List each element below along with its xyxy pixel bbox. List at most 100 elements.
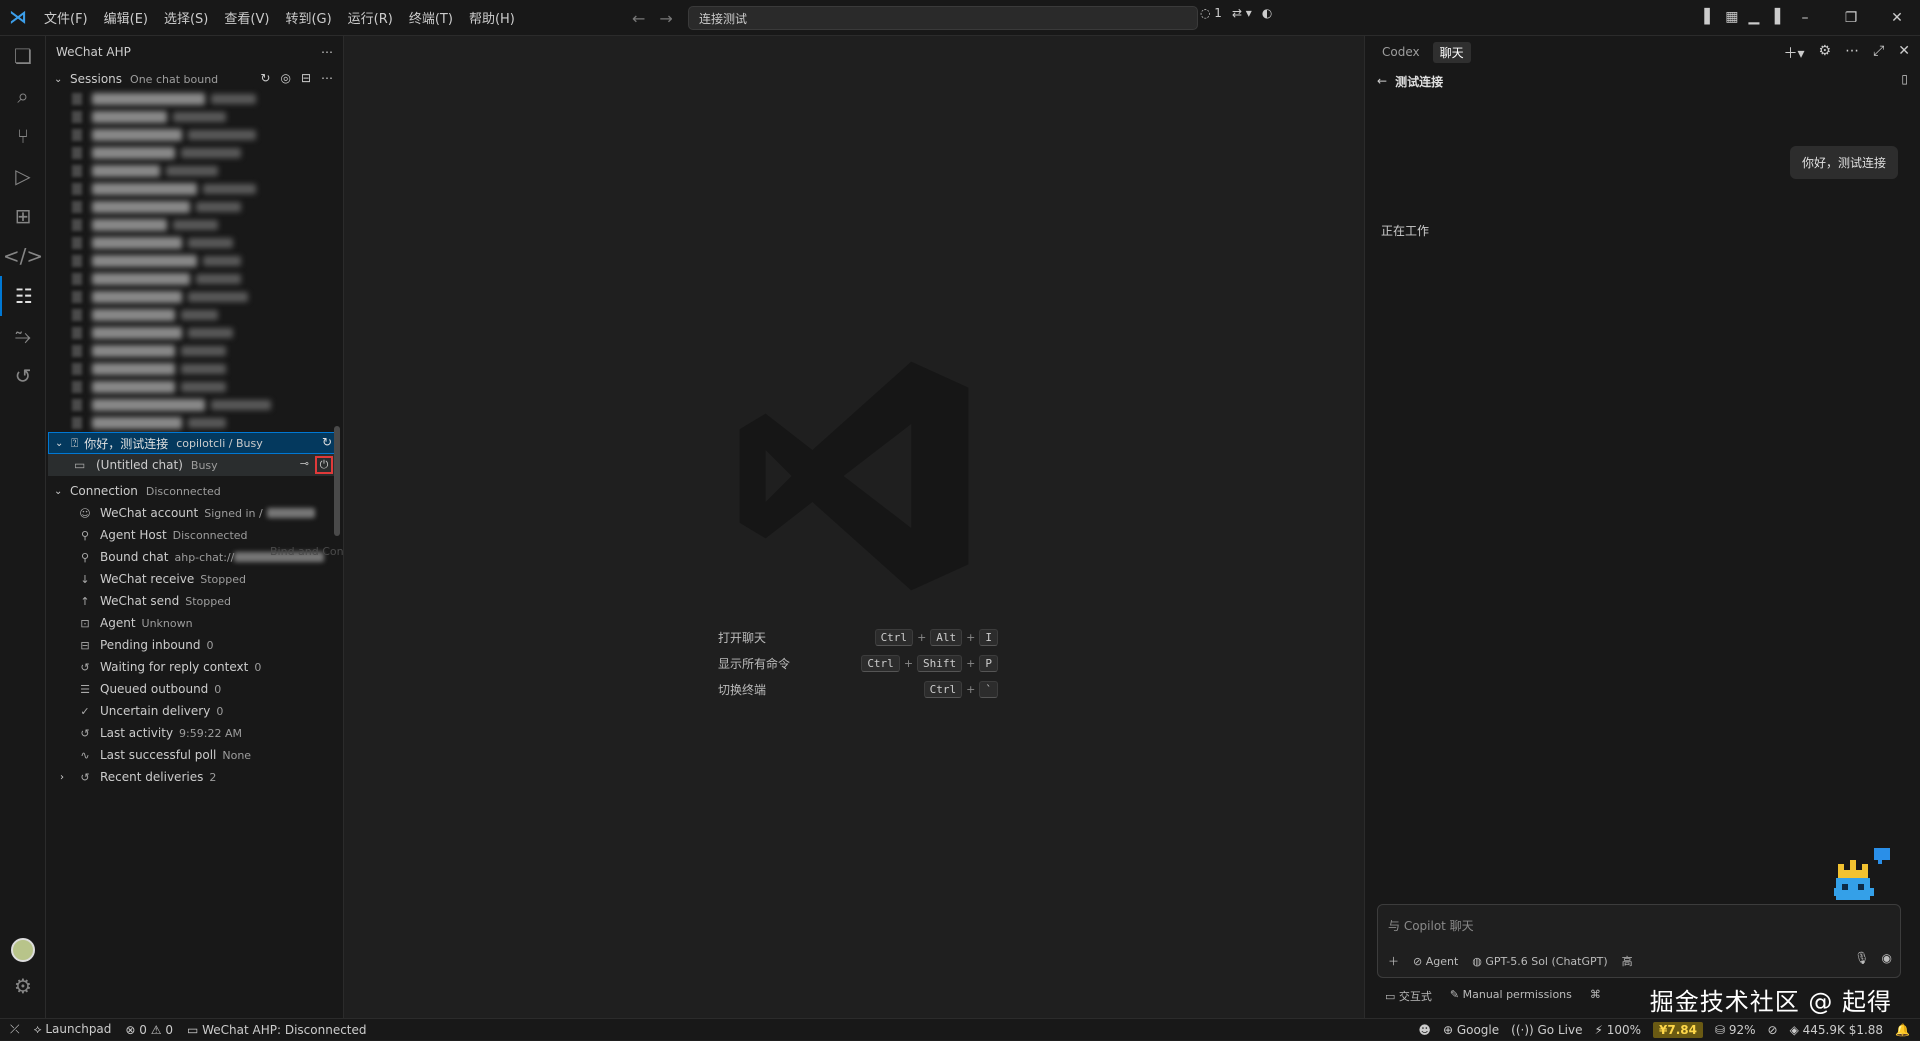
launchpad-button[interactable]: ⟡ Launchpad xyxy=(34,1022,112,1037)
target-icon[interactable]: ◎ xyxy=(280,71,290,85)
close-icon[interactable]: ✕ xyxy=(1898,43,1910,63)
sidebar-toggle-icon[interactable]: ▯ xyxy=(1901,72,1908,86)
add-context-icon[interactable]: ＋ xyxy=(1388,953,1399,969)
run-debug-icon[interactable]: ▷ xyxy=(0,156,46,196)
back-arrow-icon[interactable]: ← xyxy=(632,9,645,28)
connection-row-wechat-receive[interactable]: ↓ WeChat receive Stopped xyxy=(46,568,343,590)
command-center[interactable]: 连接测试 xyxy=(688,6,1198,30)
connection-row-wechat-send[interactable]: ↑ WeChat send Stopped xyxy=(46,590,343,612)
connection-section-header[interactable]: ⌄ Connection Disconnected xyxy=(46,480,343,502)
new-session-icon[interactable]: ⊟ xyxy=(301,71,311,85)
session-row-redacted[interactable] xyxy=(46,270,343,288)
copilot-status-icon[interactable]: ☻ xyxy=(1418,1023,1431,1037)
more-actions-icon[interactable]: ⋯ xyxy=(321,45,333,59)
extensions-icon[interactable]: ⊞ xyxy=(0,196,46,236)
wechat-ahp-icon[interactable]: ☷ xyxy=(0,276,46,316)
notifications-bell-icon[interactable]: 🔔 xyxy=(1895,1023,1910,1037)
session-row-redacted[interactable] xyxy=(46,90,343,108)
session-row-redacted[interactable] xyxy=(46,126,343,144)
cancel-icon[interactable]: ⊘ xyxy=(1768,1023,1778,1037)
menu-terminal[interactable]: 终端(T) xyxy=(401,8,461,27)
session-row-redacted[interactable] xyxy=(46,396,343,414)
toggle-panel-icon[interactable]: ▁ xyxy=(1748,9,1759,25)
menu-edit[interactable]: 编辑(E) xyxy=(96,8,156,27)
agent-mode-picker[interactable]: ⊘ Agent xyxy=(1413,955,1458,968)
microphone-icon[interactable]: 🎙 xyxy=(1854,951,1869,965)
session-row-redacted[interactable] xyxy=(46,306,343,324)
tab-chat[interactable]: 聊天 xyxy=(1432,41,1471,63)
session-row-redacted[interactable] xyxy=(46,180,343,198)
section-more-icon[interactable]: ⋯ xyxy=(321,71,333,85)
source-control-icon[interactable]: ⑂ xyxy=(0,116,46,156)
toggle-secondary-sidebar-icon[interactable]: ▐ xyxy=(1769,9,1780,25)
more-icon[interactable]: ⋯ xyxy=(1845,43,1859,63)
session-row-redacted[interactable] xyxy=(46,162,343,180)
new-chat-icon[interactable]: ＋▾ xyxy=(1783,43,1804,63)
refresh-icon[interactable]: ↻ xyxy=(322,435,332,449)
session-row-redacted[interactable] xyxy=(46,234,343,252)
problems-button[interactable]: ⊗ 0 ⚠ 0 xyxy=(125,1023,173,1037)
pin-icon[interactable]: ⊸ xyxy=(300,457,309,470)
sessions-section-header[interactable]: ⌄ Sessions One chat bound ↻ ◎ ⊟ ⋯ xyxy=(46,68,343,90)
session-row-redacted[interactable] xyxy=(46,324,343,342)
connection-row-last-poll[interactable]: ∿ Last successful poll None xyxy=(46,744,343,766)
timeline-icon[interactable]: ↺ xyxy=(0,356,46,396)
session-row-redacted[interactable] xyxy=(46,252,343,270)
menu-run[interactable]: 运行(R) xyxy=(340,8,401,27)
send-icon[interactable]: ◉ xyxy=(1882,951,1892,965)
remote-icon[interactable]: ⥲ xyxy=(0,316,46,356)
session-row-redacted[interactable] xyxy=(46,198,343,216)
session-indicator[interactable]: ◌ 1 xyxy=(1200,6,1222,20)
chat-input-box[interactable]: 与 Copilot 聊天 ＋ ⊘ Agent ◍ GPT-5.6 Sol (Ch… xyxy=(1377,904,1901,978)
restore-button[interactable]: ❐ xyxy=(1828,0,1874,36)
connection-row-wechat-account[interactable]: ☺ WeChat account Signed in / xyxy=(46,502,343,524)
session-row-redacted[interactable] xyxy=(46,216,343,234)
child-chat-row[interactable]: ▭ (Untitled chat) Busy ⊸ ⏻ xyxy=(48,454,337,476)
menu-selection[interactable]: 选择(S) xyxy=(156,8,216,27)
session-row-redacted[interactable] xyxy=(46,414,343,432)
close-window-button[interactable]: ✕ xyxy=(1874,0,1920,36)
code-icon[interactable]: </> xyxy=(0,236,46,276)
menu-view[interactable]: 查看(V) xyxy=(216,8,277,27)
tab-codex[interactable]: Codex xyxy=(1375,43,1427,61)
bind-connect-button[interactable]: ⏻ xyxy=(315,456,333,474)
menu-go[interactable]: 转到(G) xyxy=(277,8,339,27)
sync-icon[interactable]: ⇄ ▾ xyxy=(1232,6,1252,20)
maximize-icon[interactable]: ⤢ xyxy=(1873,43,1884,63)
search-icon[interactable]: ⌕ xyxy=(0,76,46,116)
forward-arrow-icon[interactable]: → xyxy=(659,9,672,28)
minimize-button[interactable]: – xyxy=(1782,0,1828,36)
sidebar-scrollbar[interactable] xyxy=(334,426,340,536)
session-row-redacted[interactable] xyxy=(46,288,343,306)
connection-row-recent-deliveries[interactable]: › ↺ Recent deliveries 2 xyxy=(46,766,343,788)
connection-row-agent[interactable]: ⊡ Agent Unknown xyxy=(46,612,343,634)
google-button[interactable]: ⊕ Google xyxy=(1443,1023,1499,1037)
model-picker[interactable]: ◍ GPT-5.6 Sol (ChatGPT) xyxy=(1472,955,1607,968)
connection-row-queued-outbound[interactable]: ☰ Queued outbound 0 xyxy=(46,678,343,700)
connection-row-agent-host[interactable]: ⚲ Agent Host Disconnected xyxy=(46,524,343,546)
interaction-mode-button[interactable]: ▭ 交互式 xyxy=(1385,988,1432,1004)
remote-indicator-icon[interactable]: ⤫ xyxy=(10,1022,20,1037)
account-avatar[interactable] xyxy=(0,938,46,962)
connection-row-uncertain-delivery[interactable]: ✓ Uncertain delivery 0 xyxy=(46,700,343,722)
menu-help[interactable]: 帮助(H) xyxy=(461,8,523,27)
session-row-redacted[interactable] xyxy=(46,144,343,162)
signal-indicator[interactable]: ⚡ 100% xyxy=(1594,1023,1641,1037)
session-row-redacted[interactable] xyxy=(46,108,343,126)
refresh-icon[interactable]: ↻ xyxy=(260,71,270,85)
chat-input-placeholder[interactable]: 与 Copilot 聊天 xyxy=(1388,917,1474,934)
settings-icon[interactable]: ⚙ xyxy=(1819,43,1832,63)
session-row-redacted[interactable] xyxy=(46,378,343,396)
back-arrow-icon[interactable]: ← xyxy=(1377,74,1387,88)
usage-indicator[interactable]: ⛁ 92% xyxy=(1715,1023,1756,1037)
settings-gear-icon[interactable]: ⚙ xyxy=(0,974,46,998)
menu-file[interactable]: 文件(F) xyxy=(36,8,96,27)
explorer-icon[interactable]: ❏ xyxy=(0,36,46,76)
go-live-button[interactable]: ((·)) Go Live xyxy=(1511,1023,1582,1037)
effort-picker[interactable]: 高 xyxy=(1622,953,1633,969)
connection-row-last-activity[interactable]: ↺ Last activity 9:59:22 AM xyxy=(46,722,343,744)
connection-row-pending-inbound[interactable]: ⊟ Pending inbound 0 xyxy=(46,634,343,656)
price-badge[interactable]: ¥7.84 xyxy=(1653,1022,1703,1038)
tokens-indicator[interactable]: ◈ 445.9K $1.88 xyxy=(1790,1023,1883,1037)
copilot-icon[interactable]: ◐ xyxy=(1262,6,1272,20)
